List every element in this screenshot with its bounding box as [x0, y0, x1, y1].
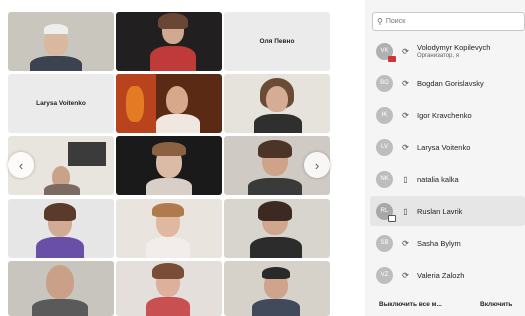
presenting-badge-icon [388, 55, 396, 62]
video-tile[interactable] [8, 12, 114, 71]
video-tile[interactable] [224, 261, 330, 316]
participant-name: Bogdan Gorislavsky [417, 78, 484, 88]
video-tile[interactable] [224, 74, 330, 133]
participant-row[interactable]: SB ⟳ Sasha Bylym [370, 228, 525, 258]
video-tile[interactable] [116, 12, 222, 71]
phone-icon: ⟳ [402, 46, 409, 56]
participant-name: Ruslan Lavrik [417, 206, 463, 216]
avatar: VZ [376, 266, 393, 284]
phone-icon: ⟳ [402, 78, 409, 88]
participant-row[interactable]: NK ▯ natalia kalka [370, 164, 525, 194]
participant-row[interactable]: VZ ⟳ Valeria Zalozh [370, 260, 525, 290]
phone-icon: ⟳ [402, 270, 409, 280]
chevron-left-icon: ‹ [18, 157, 24, 173]
participant-role: Организатор, я [417, 53, 459, 59]
avatar: LV [376, 138, 393, 156]
video-tile[interactable] [8, 261, 114, 316]
next-page-button[interactable]: › [304, 152, 330, 178]
participant-name: Larysa Voitenko [417, 142, 471, 152]
participant-row[interactable]: RL ▯ Ruslan Lavrik [370, 196, 525, 226]
avatar: BG [376, 74, 393, 92]
mobile-icon: ▯ [403, 174, 408, 184]
participants-panel: ⚲ VK ⟳ Volodymyr Kopilevych Организатор,… [365, 0, 525, 316]
participant-name: natalia kalka [417, 174, 459, 184]
participant-name: Volodymyr Kopilevych [417, 43, 491, 52]
video-grid: Оля Певно Larysa Voitenko ‹ › [0, 0, 365, 316]
previous-page-button[interactable]: ‹ [8, 152, 34, 178]
search-box[interactable]: ⚲ [372, 12, 525, 31]
video-tile[interactable] [8, 199, 114, 258]
search-icon: ⚲ [377, 17, 383, 26]
screen-share-icon [388, 214, 396, 222]
phone-icon: ⟳ [402, 142, 409, 152]
participant-name: Sasha Bylym [417, 238, 461, 248]
phone-icon: ⟳ [402, 110, 409, 120]
video-tile[interactable] [116, 136, 222, 195]
video-tile-name-only[interactable]: Larysa Voitenko [8, 74, 114, 133]
participant-name-label: Larysa Voitenko [36, 100, 86, 107]
participant-row[interactable]: LV ⟳ Larysa Voitenko [370, 132, 525, 162]
video-tile[interactable] [116, 261, 222, 316]
avatar: IK [376, 106, 393, 124]
video-tile[interactable] [116, 199, 222, 258]
avatar: NK [376, 170, 393, 188]
search-input[interactable] [385, 18, 506, 25]
mobile-icon: ▯ [403, 206, 408, 216]
avatar: RL [376, 202, 396, 222]
participant-row[interactable]: BG ⟳ Bogdan Gorislavsky [370, 68, 525, 98]
video-tile[interactable] [224, 199, 330, 258]
avatar: VK [376, 42, 396, 62]
participant-name: Valeria Zalozh [417, 270, 465, 280]
video-tile[interactable] [116, 74, 222, 133]
participant-name: Igor Kravchenko [417, 110, 472, 120]
panel-footer: Выключить все м... Включить [365, 293, 525, 316]
video-tile-name-only[interactable]: Оля Певно [224, 12, 330, 71]
meeting-window: Оля Певно Larysa Voitenko ‹ › ⚲ Поиск VK… [0, 0, 525, 316]
participant-row[interactable]: IK ⟳ Igor Kravchenko [370, 100, 525, 130]
participant-name-label: Оля Певно [259, 38, 295, 45]
avatar: SB [376, 234, 393, 252]
participant-row[interactable]: VK ⟳ Volodymyr Kopilevych Организатор, я [370, 36, 525, 66]
enable-button[interactable]: Включить [480, 301, 512, 308]
phone-icon: ⟳ [402, 238, 409, 248]
mute-all-button[interactable]: Выключить все м... [379, 301, 442, 308]
chevron-right-icon: › [314, 157, 320, 173]
